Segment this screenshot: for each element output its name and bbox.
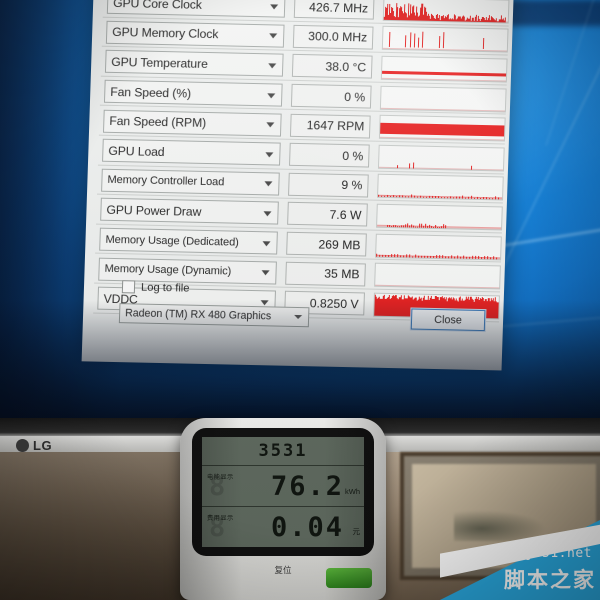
screen-bottom-shadow xyxy=(0,300,600,420)
sensor-value-field: 269 MB xyxy=(286,231,367,257)
photo-scene: GPU Core Clock426.7 MHzGPU Memory Clock3… xyxy=(0,0,600,600)
monitor-screen: GPU Core Clock426.7 MHzGPU Memory Clock3… xyxy=(0,0,600,420)
chevron-down-icon xyxy=(262,240,271,246)
chevron-down-icon xyxy=(261,270,270,276)
sensor-graph xyxy=(375,233,502,260)
meter-face: 3531 电能显示 8 76.2 kWh 费用显示 8 0.04 元 xyxy=(192,428,374,556)
meter-lcd: 3531 电能显示 8 76.2 kWh 费用显示 8 0.04 元 xyxy=(202,437,364,547)
lcd-ghost-segments: 8 xyxy=(209,471,228,502)
meter-cost-unit: 元 xyxy=(352,527,361,536)
desk-shadow xyxy=(0,452,190,600)
sensor-name-label: Memory Usage (Dynamic) xyxy=(104,262,232,278)
meter-energy-unit: kWh xyxy=(345,487,360,496)
sensor-value-text: 35 MB xyxy=(324,266,360,282)
watermark-cn-text: 脚本之家 xyxy=(504,569,596,592)
sensor-value-text: 269 MB xyxy=(318,237,361,252)
log-to-file-label: Log to file xyxy=(140,281,190,295)
screen-glare xyxy=(150,0,600,220)
meter-green-button[interactable] xyxy=(326,568,372,588)
meter-cost-row: 费用显示 8 0.04 元 xyxy=(202,507,364,547)
power-meter-device: 3531 电能显示 8 76.2 kWh 费用显示 8 0.04 元 复位 xyxy=(180,418,386,600)
checkbox-box[interactable] xyxy=(121,280,136,294)
meter-energy-value: 76.2 xyxy=(270,470,344,502)
sensor-name-label: Memory Usage (Dedicated) xyxy=(105,233,239,249)
lg-logo: LG xyxy=(16,438,52,453)
lcd-ghost-segments: 8 xyxy=(209,512,228,543)
meter-top-reading: 3531 xyxy=(258,441,308,461)
watermark-latin-text: jb51.net xyxy=(525,546,592,561)
meter-cost-value: 0.04 xyxy=(270,511,344,543)
sensor-name-dropdown[interactable]: Memory Usage (Dedicated) xyxy=(99,227,278,255)
sensor-value-field: 35 MB xyxy=(285,261,366,287)
lg-logo-icon xyxy=(16,439,29,452)
watermark: jb51.net 脚本之家 xyxy=(440,520,600,600)
lg-logo-text: LG xyxy=(33,438,53,453)
meter-energy-row: 电能显示 8 76.2 kWh xyxy=(202,466,364,507)
meter-top-row: 3531 xyxy=(202,437,364,466)
